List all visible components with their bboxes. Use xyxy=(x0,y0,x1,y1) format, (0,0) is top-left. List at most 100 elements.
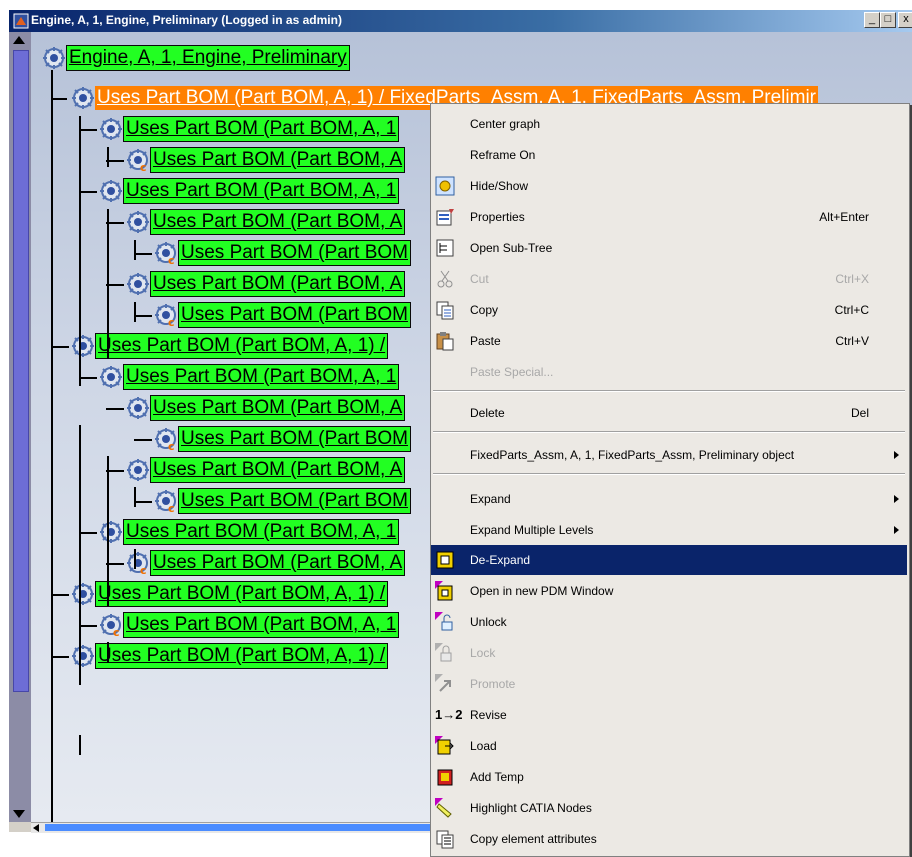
tree-node[interactable]: Uses Part BOM (Part BOM, A, 1 xyxy=(99,364,400,390)
part-leaf-icon: c xyxy=(154,427,178,451)
tree-connector xyxy=(51,70,53,822)
tree-node-label[interactable]: Uses Part BOM (Part BOM, A, 1 xyxy=(123,116,400,142)
tree-node[interactable]: Uses Part BOM (Part BOM, A, 1) / xyxy=(71,581,389,607)
tree-node-label[interactable]: Uses Part BOM (Part BOM, A xyxy=(150,209,406,235)
tree-node-label[interactable]: Uses Part BOM (Part BOM, A, 1 xyxy=(123,612,400,638)
tree-node-label[interactable]: Uses Part BOM (Part BOM, A, 1 xyxy=(123,519,400,545)
vertical-scrollbar[interactable] xyxy=(9,32,31,822)
menu-item-expand[interactable]: Expand xyxy=(431,484,907,514)
tree-node[interactable]: Uses Part BOM (Part BOM, A, 1) / xyxy=(71,333,389,359)
tree-connector xyxy=(79,191,97,193)
tree-connector xyxy=(134,549,136,569)
tree-node-label[interactable]: Uses Part BOM (Part BOM xyxy=(178,240,411,266)
tree-node[interactable]: Uses Part BOM (Part BOM, A, 1 xyxy=(99,519,400,545)
tree-node[interactable]: c Uses Part BOM (Part BOM xyxy=(154,302,411,328)
part-leaf-icon: c xyxy=(99,613,123,637)
tree-node-label[interactable]: Uses Part BOM (Part BOM xyxy=(178,488,411,514)
menu-item-open-new-pdm-window[interactable]: Open in new PDM Window xyxy=(431,576,907,606)
tree-node-label[interactable]: Uses Part BOM (Part BOM xyxy=(178,302,411,328)
tree-connector xyxy=(134,439,152,441)
svg-text:c: c xyxy=(168,502,175,513)
tree-node-label[interactable]: Uses Part BOM (Part BOM, A, 1) / xyxy=(95,643,389,669)
part-gear-icon xyxy=(126,210,150,234)
tree-node-label[interactable]: Uses Part BOM (Part BOM xyxy=(178,426,411,452)
part-gear-icon xyxy=(99,179,123,203)
tree-node[interactable]: Uses Part BOM (Part BOM, A xyxy=(126,271,406,297)
tree-node-label[interactable]: Uses Part BOM (Part BOM, A xyxy=(150,147,406,173)
tree-node[interactable]: Uses Part BOM (Part BOM, A, 1 xyxy=(99,116,400,142)
tree-node[interactable]: Uses Part BOM (Part BOM, A xyxy=(126,209,406,235)
tree-root-node[interactable]: Engine, A, 1, Engine, Preliminary xyxy=(42,45,350,71)
menu-item-paste[interactable]: Paste Ctrl+V xyxy=(431,326,907,356)
close-button[interactable]: x xyxy=(898,12,912,28)
lock-icon xyxy=(435,643,452,662)
menu-item-promote[interactable]: Promote xyxy=(431,669,907,699)
tree-node-label[interactable]: Uses Part BOM (Part BOM, A xyxy=(150,395,406,421)
tree-node-label[interactable]: Uses Part BOM (Part BOM, A, 1) / xyxy=(95,333,389,359)
tree-node[interactable]: Uses Part BOM (Part BOM, A xyxy=(126,395,406,421)
scroll-down-icon[interactable] xyxy=(13,810,25,818)
tree-connector xyxy=(79,377,97,379)
tree-node-label[interactable]: Uses Part BOM (Part BOM, A, 1) / xyxy=(95,581,389,607)
part-gear-icon xyxy=(71,334,95,358)
menu-separator xyxy=(433,473,905,475)
tree-node-label[interactable]: Uses Part BOM (Part BOM, A xyxy=(150,271,406,297)
part-gear-icon xyxy=(71,86,95,110)
maximize-button[interactable]: □ xyxy=(880,12,896,28)
tree-connector xyxy=(134,302,136,322)
menu-item-revise[interactable]: 1→2 Revise xyxy=(431,700,907,730)
tree-connector xyxy=(79,129,97,131)
tree-connector xyxy=(51,594,69,596)
menu-item-load[interactable]: Load xyxy=(431,731,907,761)
tree-connector xyxy=(51,98,67,100)
submenu-arrow-icon xyxy=(894,526,899,534)
menu-item-reframe-on[interactable]: Reframe On xyxy=(431,140,907,170)
menu-item-expand-multiple-levels[interactable]: Expand Multiple Levels xyxy=(431,515,907,545)
tree-node-label[interactable]: Uses Part BOM (Part BOM, A, 1 xyxy=(123,178,400,204)
menu-item-copy[interactable]: Copy Ctrl+C xyxy=(431,295,907,325)
de-expand-icon xyxy=(436,551,454,569)
tree-node[interactable]: c Uses Part BOM (Part BOM xyxy=(154,426,411,452)
part-leaf-icon: c xyxy=(154,241,178,265)
menu-item-hide-show[interactable]: Hide/Show xyxy=(431,171,907,201)
tree-node[interactable]: Uses Part BOM (Part BOM, A, 1) / xyxy=(71,643,389,669)
tree-node-label[interactable]: Engine, A, 1, Engine, Preliminary xyxy=(66,45,350,71)
add-temp-icon xyxy=(437,769,453,786)
menu-item-cut[interactable]: Cut Ctrl+X xyxy=(431,264,907,294)
part-gear-icon xyxy=(99,520,123,544)
scroll-left-icon[interactable] xyxy=(33,824,39,832)
menu-item-copy-element-attributes[interactable]: Copy element attributes xyxy=(431,824,907,854)
menu-item-delete[interactable]: Delete Del xyxy=(431,398,907,428)
tree-node-label[interactable]: Uses Part BOM (Part BOM, A xyxy=(150,550,406,576)
submenu-arrow-icon xyxy=(894,451,899,459)
menu-item-center-graph[interactable]: Center graph xyxy=(431,109,907,139)
context-menu: Center graph Reframe On Hide/Show Proper… xyxy=(430,103,910,857)
tree-node[interactable]: c Uses Part BOM (Part BOM xyxy=(154,488,411,514)
tree-connector xyxy=(79,532,97,534)
menu-item-highlight-catia-nodes[interactable]: Highlight CATIA Nodes xyxy=(431,793,907,823)
title-bar[interactable]: Engine, A, 1, Engine, Preliminary (Logge… xyxy=(9,10,912,32)
vertical-scroll-thumb[interactable] xyxy=(13,50,29,692)
minimize-button[interactable]: _ xyxy=(864,12,880,28)
tree-node[interactable]: c Uses Part BOM (Part BOM, A, 1 xyxy=(99,612,400,638)
tree-node[interactable]: c Uses Part BOM (Part BOM, A xyxy=(126,550,406,576)
tree-node[interactable]: Uses Part BOM (Part BOM, A xyxy=(126,457,406,483)
menu-item-properties[interactable]: Properties Alt+Enter xyxy=(431,202,907,232)
menu-item-paste-special[interactable]: Paste Special... xyxy=(431,357,907,387)
tree-node[interactable]: c Uses Part BOM (Part BOM xyxy=(154,240,411,266)
tree-connector xyxy=(79,116,81,386)
menu-item-de-expand[interactable]: De-Expand xyxy=(431,545,907,575)
tree-node[interactable]: Uses Part BOM (Part BOM, A, 1 xyxy=(99,178,400,204)
menu-item-object[interactable]: FixedParts_Assm, A, 1, FixedParts_Assm, … xyxy=(431,440,907,470)
horizontal-scroll-thumb[interactable] xyxy=(45,824,445,831)
tree-node-label[interactable]: Uses Part BOM (Part BOM, A, 1 xyxy=(123,364,400,390)
tree-node-label[interactable]: Uses Part BOM (Part BOM, A xyxy=(150,457,406,483)
menu-item-add-temp[interactable]: Add Temp xyxy=(431,762,907,792)
tree-connector xyxy=(79,735,81,755)
scroll-up-icon[interactable] xyxy=(13,36,25,44)
tree-node[interactable]: c Uses Part BOM (Part BOM, A xyxy=(126,147,406,173)
menu-item-unlock[interactable]: Unlock xyxy=(431,607,907,637)
properties-icon xyxy=(436,209,454,226)
menu-item-open-sub-tree[interactable]: Open Sub-Tree xyxy=(431,233,907,263)
menu-item-lock[interactable]: Lock xyxy=(431,638,907,668)
